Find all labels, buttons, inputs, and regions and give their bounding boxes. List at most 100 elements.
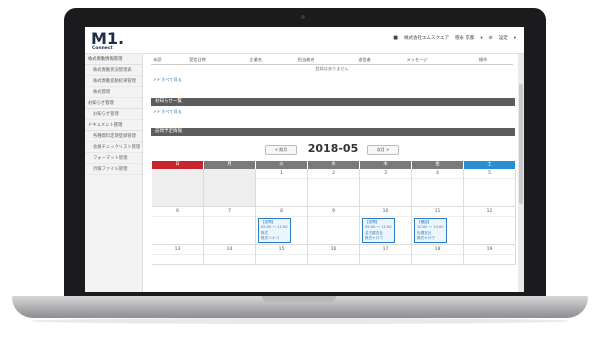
calendar-day-cell[interactable]: 9 <box>308 207 360 245</box>
calendar-day-cell[interactable]: 19 <box>464 245 516 265</box>
chevron-down-icon: ▾ <box>480 35 483 41</box>
calendar-day-number: 8 <box>256 207 307 217</box>
calendar-day-number: 15 <box>256 245 307 255</box>
calendar-day-number: 6 <box>152 207 203 217</box>
calendar-day-number: 12 <box>464 207 515 217</box>
calendar-week-row: 12345 <box>152 169 516 207</box>
user-icon: ■ <box>393 35 398 41</box>
calendar-day-cell[interactable]: 17 <box>360 245 412 265</box>
weekday-header: 水 <box>308 161 360 169</box>
weekday-header: 月 <box>204 161 256 169</box>
webcam-dot <box>301 15 305 19</box>
calendar-day-cell[interactable]: 11 【確認】 10:00 ～ 13:00 札幌支社 株式ヤロウ <box>412 207 464 245</box>
chevron-down-icon: ▾ <box>513 35 516 41</box>
calendar-day-cell[interactable]: 16 <box>308 245 360 265</box>
notices-see-all-link[interactable]: >> すべて見る <box>153 109 182 115</box>
calendar-day-cell[interactable]: 1 <box>256 169 308 207</box>
calendar-day-number: 9 <box>308 207 359 217</box>
message-column-header: 受信日時 <box>187 56 248 65</box>
calendar-day-cell <box>152 169 204 207</box>
sidebar-group-heading: お知らせ管理 <box>85 98 142 109</box>
message-column-header: 操作 <box>476 56 513 65</box>
top-header: M1. Connect ■ 株式会社エムスクエア 徳永 京都 ▾ ⚙ 設定 ▾ <box>85 27 524 54</box>
sidebar-group-heading: ドキュメント管理 <box>85 120 142 131</box>
notices-section-title: お知らせ一覧 <box>151 98 515 106</box>
calendar-event[interactable]: 【訪問】 09:00 ～ 11:00 株式 株式ハナコ <box>258 218 291 244</box>
sidebar-item[interactable]: 月報ファイル管理 <box>85 164 142 175</box>
next-month-button[interactable]: 次月 > <box>367 145 399 155</box>
calendar-day-number: 2 <box>308 169 359 179</box>
weekday-header: 火 <box>256 161 308 169</box>
logo-mark: M1. <box>91 29 125 48</box>
sidebar-item[interactable]: 会員チェックリスト管理 <box>85 142 142 153</box>
calendar-day-cell[interactable]: 4 <box>412 169 464 207</box>
calendar-day-cell[interactable]: 18 <box>412 245 464 265</box>
laptop-shadow <box>30 318 570 324</box>
sidebar-item[interactable]: お知らせ管理 <box>85 109 142 120</box>
user-name[interactable]: 徳永 京都 <box>455 35 474 41</box>
calendar-day-cell[interactable]: 14 <box>204 245 256 265</box>
user-menu: ■ 株式会社エムスクエア 徳永 京都 ▾ ⚙ 設定 ▾ <box>393 35 516 41</box>
messages-see-all-link[interactable]: >> すべて見る <box>153 77 182 83</box>
app-screen: M1. Connect ■ 株式会社エムスクエア 徳永 京都 ▾ ⚙ 設定 ▾ … <box>85 27 524 292</box>
calendar-day-cell[interactable]: 6 <box>152 207 204 245</box>
weekday-header: 土 <box>464 161 516 169</box>
weekday-header: 金 <box>412 161 464 169</box>
calendar-day-cell[interactable]: 15 <box>256 245 308 265</box>
calendar-nav: < 前月 2018-05 次月 > <box>151 143 515 155</box>
calendar-day-cell[interactable]: 12 <box>464 207 516 245</box>
calendar-grid: 日月火水木金土 1 2 3 4 5 6 7 8 【訪問】 09:00 ～ 11:00 株式 株式ハナコ… <box>152 161 516 265</box>
sidebar: 株式異動情報管理 株式異動状況管理表 株式異動変動結果管理 株式管理 お知らせ管理 お知ら… <box>85 54 143 292</box>
vertical-scrollbar[interactable] <box>518 54 524 292</box>
weekday-header: 木 <box>360 161 412 169</box>
calendar-day-number: 7 <box>204 207 255 217</box>
message-table: 未読 受信日時 企業名 担当者名 送信者 メッセージ 操作 <box>151 56 513 65</box>
laptop-notch <box>262 296 336 302</box>
calendar-day-number: 19 <box>464 245 515 255</box>
calendar-day-number: 10 <box>360 207 411 217</box>
calendar-day-number: 4 <box>412 169 463 179</box>
scrollbar-thumb[interactable] <box>519 84 523 204</box>
calendar-day-number: 13 <box>152 245 203 255</box>
calendar-day-cell[interactable]: 2 <box>308 169 360 207</box>
calendar-day-cell[interactable]: 10 【訪問】 09:00 ～ 11:00 名古屋支社 株式ヤロウ <box>360 207 412 245</box>
no-record-text: 登録はありません <box>315 66 349 71</box>
calendar-day-number: 3 <box>360 169 411 179</box>
event-text-line: 09:00 ～ 11:00 <box>261 225 288 230</box>
calendar-week-row: 6 7 8 【訪問】 09:00 ～ 11:00 株式 株式ハナコ 9 10 【訪問】 09:00 … <box>152 207 516 245</box>
sidebar-item[interactable]: 株式異動変動結果管理 <box>85 76 142 87</box>
calendar-day-number: 5 <box>464 169 515 179</box>
calendar-day-cell[interactable]: 13 <box>152 245 204 265</box>
sidebar-group-heading: 株式異動情報管理 <box>85 54 142 65</box>
calendar-event[interactable]: 【確認】 10:00 ～ 13:00 札幌支社 株式ヤロウ <box>414 218 447 244</box>
weekday-header-row: 日月火水木金土 <box>152 161 516 169</box>
calendar-day-cell[interactable]: 5 <box>464 169 516 207</box>
calendar-day-cell[interactable]: 3 <box>360 169 412 207</box>
message-column-header: 未読 <box>151 56 188 65</box>
calendar-day-number: 14 <box>204 245 255 255</box>
calendar-event[interactable]: 【訪問】 09:00 ～ 11:00 名古屋支社 株式ヤロウ <box>362 218 395 244</box>
event-text-line: 株式ヤロウ <box>365 235 383 240</box>
sidebar-item[interactable]: 株式管理 <box>85 87 142 98</box>
message-column-header: 担当者名 <box>295 56 357 65</box>
sidebar-item[interactable]: フォーマット管理 <box>85 153 142 164</box>
message-column-header: 送信者 <box>356 56 405 65</box>
settings-link[interactable]: 設定 <box>499 35 508 41</box>
calendar-day-number: 1 <box>256 169 307 179</box>
event-text-line: 10:00 ～ 13:00 <box>417 225 444 230</box>
user-company[interactable]: 株式会社エムスクエア <box>404 35 449 41</box>
calendar-day-number: 18 <box>412 245 463 255</box>
calendar-day-cell[interactable]: 7 <box>204 207 256 245</box>
calendar-day-number: 16 <box>308 245 359 255</box>
calendar-week-row: 13 14 15 16 17 18 19 <box>152 245 516 265</box>
event-text-line: 株式ヤロウ <box>417 235 435 240</box>
logo[interactable]: M1. Connect <box>91 30 124 52</box>
logo-subtext: Connect <box>92 46 113 51</box>
calendar-day-cell[interactable]: 8 【訪問】 09:00 ～ 11:00 株式 株式ハナコ <box>256 207 308 245</box>
gear-icon: ⚙ <box>488 35 493 41</box>
sidebar-item[interactable]: 株式異動状況管理表 <box>85 65 142 76</box>
calendar-month-title: 2018-05 <box>307 142 359 155</box>
sidebar-item[interactable]: 各種資料定期登録管理 <box>85 131 142 142</box>
message-column-header: 企業名 <box>247 56 296 65</box>
calendar-day-number: 11 <box>412 207 463 217</box>
